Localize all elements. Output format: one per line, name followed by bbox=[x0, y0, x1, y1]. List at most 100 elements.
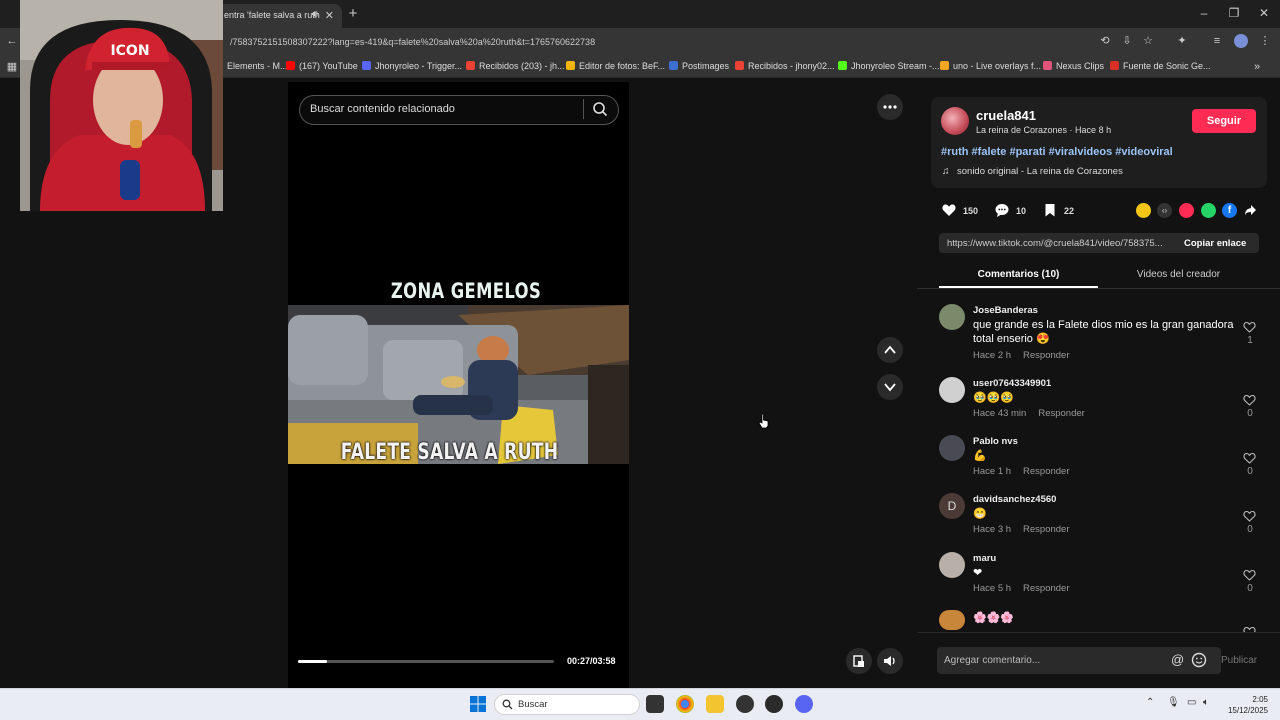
windows-start-icon[interactable] bbox=[470, 696, 486, 712]
back-icon[interactable]: ← bbox=[5, 34, 19, 48]
comment-username[interactable]: user07643349901 bbox=[973, 378, 1051, 389]
reply-button[interactable]: Responder bbox=[1023, 524, 1069, 535]
comment-text: 😁 bbox=[973, 508, 987, 520]
window-close-icon[interactable]: ✕ bbox=[1256, 6, 1272, 20]
reply-button[interactable]: Responder bbox=[1023, 583, 1069, 594]
comment-icon[interactable] bbox=[994, 202, 1010, 218]
emoji-icon[interactable] bbox=[1191, 652, 1207, 668]
media-control-icon[interactable]: ≡ bbox=[1210, 34, 1224, 48]
microphone-icon[interactable]: 🎙︎ bbox=[1167, 697, 1180, 708]
comment-heart-icon[interactable] bbox=[1243, 452, 1256, 464]
repost-icon[interactable] bbox=[1136, 203, 1151, 218]
bookmark-item[interactable]: Recibidos (203) - jh... bbox=[466, 61, 565, 71]
profile-avatar[interactable] bbox=[1234, 34, 1248, 48]
facebook-icon[interactable]: f bbox=[1222, 203, 1237, 218]
more-dots-icon bbox=[883, 105, 897, 109]
bookmark-item[interactable]: Recibidos - jhony02... bbox=[735, 61, 835, 71]
bookmark-item[interactable]: Jhonyroleo - Trigger... bbox=[362, 61, 462, 71]
comment-avatar[interactable] bbox=[939, 552, 965, 578]
install-icon[interactable]: ⇩ bbox=[1120, 34, 1134, 48]
previous-video-button[interactable] bbox=[877, 337, 903, 363]
pip-button[interactable] bbox=[846, 648, 872, 674]
reply-button[interactable]: Responder bbox=[1023, 350, 1069, 361]
discord-icon[interactable] bbox=[795, 695, 813, 713]
bookmark-star-icon[interactable]: ☆ bbox=[1141, 34, 1155, 48]
tab-comments[interactable]: Comentarios (10) bbox=[939, 269, 1098, 280]
bookmark-item[interactable]: Fuente de Sonic Ge... bbox=[1110, 61, 1211, 71]
send-icon[interactable] bbox=[1179, 203, 1194, 218]
speaker-icon[interactable]: 🔈︎ bbox=[1203, 697, 1209, 708]
sound-link[interactable]: sonido original - La reina de Corazones bbox=[957, 166, 1123, 177]
comment-heart-icon[interactable] bbox=[1243, 510, 1256, 522]
follow-button[interactable]: Seguir bbox=[1192, 109, 1256, 133]
share-arrow-icon[interactable] bbox=[1244, 204, 1257, 217]
author-avatar[interactable] bbox=[941, 107, 969, 135]
bookmark-label: Recibidos (203) - jh... bbox=[479, 61, 565, 71]
bookmark-item[interactable]: Elements - M... bbox=[214, 61, 288, 71]
maximize-icon[interactable]: ❐ bbox=[1226, 6, 1242, 20]
browser-menu-icon[interactable]: ⋮ bbox=[1258, 34, 1272, 48]
volume-button[interactable] bbox=[877, 648, 903, 674]
task-view-icon[interactable] bbox=[646, 695, 664, 713]
heart-icon[interactable] bbox=[941, 202, 957, 218]
extensions-icon[interactable]: ✦ bbox=[1175, 34, 1189, 48]
next-video-button[interactable] bbox=[877, 374, 903, 400]
chrome-icon[interactable] bbox=[676, 695, 694, 713]
comment-time: Hace 1 h bbox=[973, 466, 1012, 477]
comment-username[interactable]: davidsanchez4560 bbox=[973, 494, 1056, 505]
tab-close-icon[interactable]: ✕ bbox=[325, 9, 334, 22]
url-text[interactable]: /7583752151508307222?lang=es-419&q=falet… bbox=[230, 37, 595, 47]
comment-text: que grande es la Falete dios mio es la g… bbox=[973, 319, 1234, 345]
hashtags[interactable]: #ruth #falete #parati #viralvideos #vide… bbox=[941, 146, 1173, 158]
bookmark-label: Editor de fotos: BeF... bbox=[579, 61, 666, 71]
bookmark-item[interactable]: uno - Live overlays f... bbox=[940, 61, 1041, 71]
obs-icon[interactable] bbox=[736, 695, 754, 713]
publish-button[interactable]: Publicar bbox=[1221, 655, 1257, 666]
comment-avatar[interactable] bbox=[939, 377, 965, 403]
bookmark-icon[interactable] bbox=[1042, 202, 1058, 218]
comment-username[interactable]: JoseBanderas bbox=[973, 305, 1038, 316]
comment-heart-icon[interactable] bbox=[1243, 394, 1256, 406]
bookmark-item[interactable]: (167) YouTube bbox=[286, 61, 358, 71]
comment-meta: Hace 2 h Responder bbox=[973, 350, 1070, 361]
comment-username[interactable]: Pablo nvs bbox=[973, 436, 1018, 447]
search-icon[interactable] bbox=[592, 101, 608, 117]
bookmark-item[interactable]: Postimages bbox=[669, 61, 729, 71]
taskbar-clock[interactable]: 2:05 15/12/2025 bbox=[1226, 694, 1268, 716]
embed-icon[interactable]: ‹› bbox=[1157, 203, 1172, 218]
translate-icon[interactable]: ⟲ bbox=[1098, 34, 1112, 48]
bookmark-item[interactable]: Nexus Clips bbox=[1043, 61, 1104, 71]
reply-button[interactable]: Responder bbox=[1038, 408, 1084, 419]
media-player-icon[interactable] bbox=[765, 695, 783, 713]
tab-audio-icon[interactable]: 🔊︎ bbox=[312, 9, 318, 20]
comment-avatar[interactable] bbox=[939, 435, 965, 461]
mention-icon[interactable]: @ bbox=[1171, 652, 1184, 667]
comment-heart-icon[interactable] bbox=[1243, 321, 1256, 333]
bookmark-item[interactable]: Jhonyroleo Stream -... bbox=[838, 61, 940, 71]
new-tab-icon[interactable]: + bbox=[346, 5, 360, 22]
video-link-url[interactable]: https://www.tiktok.com/@cruela841/video/… bbox=[947, 238, 1175, 249]
comment-avatar[interactable]: D bbox=[939, 493, 965, 519]
author-name[interactable]: cruela841 bbox=[976, 108, 1036, 123]
file-explorer-icon[interactable] bbox=[706, 695, 724, 713]
copy-link-button[interactable]: Copiar enlace bbox=[1184, 238, 1246, 249]
comment-avatar[interactable] bbox=[939, 610, 965, 630]
tray-overflow-icon[interactable]: ⌃ bbox=[1146, 697, 1154, 708]
taskbar-search-box[interactable] bbox=[494, 694, 640, 715]
browser-tab-active[interactable]: entra 'falete salva a ruth 🔊︎ ✕ bbox=[214, 4, 342, 28]
video-progress-bar[interactable] bbox=[298, 660, 554, 663]
bookmark-favicon-icon bbox=[1110, 61, 1119, 70]
bookmarks-overflow-icon[interactable]: » bbox=[1250, 60, 1264, 74]
more-options-button[interactable] bbox=[877, 94, 903, 120]
search-divider bbox=[583, 99, 584, 119]
whatsapp-icon[interactable] bbox=[1201, 203, 1216, 218]
tab-creator-videos[interactable]: Videos del creador bbox=[1099, 269, 1258, 280]
comment-username[interactable]: maru bbox=[973, 553, 996, 564]
comment-avatar[interactable] bbox=[939, 304, 965, 330]
apps-grid-icon[interactable]: ▦ bbox=[5, 60, 19, 74]
bookmark-item[interactable]: Editor de fotos: BeF... bbox=[566, 61, 665, 71]
network-icon[interactable]: ▭ bbox=[1187, 697, 1196, 708]
minimize-icon[interactable]: – bbox=[1196, 6, 1212, 20]
reply-button[interactable]: Responder bbox=[1023, 466, 1069, 477]
comment-heart-icon[interactable] bbox=[1243, 569, 1256, 581]
